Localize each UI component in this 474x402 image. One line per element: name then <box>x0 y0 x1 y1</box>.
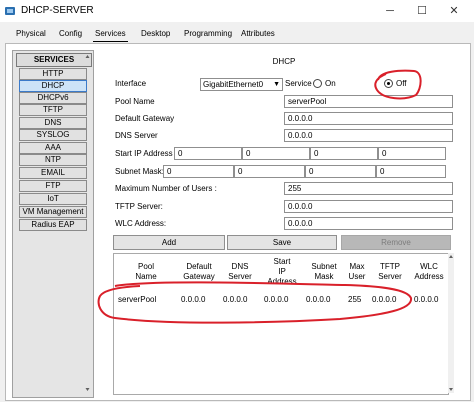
service-on-label: On <box>325 79 336 88</box>
start-ip-octet-4-input[interactable] <box>378 147 446 160</box>
subnet-mask-octet-3-input[interactable] <box>305 165 376 178</box>
service-email-button[interactable]: EMAIL <box>19 167 87 179</box>
table-scrollbar[interactable] <box>448 253 454 393</box>
tab-config[interactable]: Config <box>57 26 84 41</box>
service-aaa-button[interactable]: AAA <box>19 142 87 154</box>
service-vm-management-button[interactable]: VM Management <box>19 206 87 218</box>
wlc-address-label: WLC Address: <box>115 219 167 228</box>
column-header-tftp-server[interactable]: TFTP Server <box>374 262 406 282</box>
dns-server-input[interactable] <box>284 129 453 142</box>
column-header-default-gateway[interactable]: Default Gateway <box>180 262 218 282</box>
interface-select-value: GigabitEthernet0 <box>203 80 264 89</box>
service-dhcpv6-button[interactable]: DHCPv6 <box>19 92 87 104</box>
tab-programming[interactable]: Programming <box>182 26 234 41</box>
services-list: SERVICES HTTP DHCP DHCPv6 TFTP DNS SYSLO… <box>12 50 94 398</box>
service-http-button[interactable]: HTTP <box>19 68 87 80</box>
minimize-button[interactable]: ─ <box>374 0 406 22</box>
column-header-subnet-mask[interactable]: Subnet Mask <box>308 262 340 282</box>
subnet-mask-label: Subnet Mask: <box>115 167 164 176</box>
table-cell-start-ip: 0.0.0.0 <box>264 295 289 304</box>
services-header: SERVICES <box>16 53 92 67</box>
max-users-label: Maximum Number of Users : <box>115 184 217 193</box>
save-button[interactable]: Save <box>227 235 337 250</box>
service-syslog-button[interactable]: SYSLOG <box>19 129 87 141</box>
chevron-down-icon: ▼ <box>273 81 280 88</box>
table-cell-pool-name: serverPool <box>118 295 157 304</box>
service-tftp-button[interactable]: TFTP <box>19 104 87 116</box>
service-iot-button[interactable]: IoT <box>19 193 87 205</box>
table-cell-subnet-mask: 0.0.0.0 <box>306 295 331 304</box>
add-button[interactable]: Add <box>113 235 225 250</box>
tab-services[interactable]: Services <box>93 26 128 42</box>
start-ip-octet-2-input[interactable] <box>242 147 310 160</box>
services-scrollbar[interactable] <box>85 54 90 392</box>
tab-physical[interactable]: Physical <box>14 26 48 41</box>
subnet-mask-octet-2-input[interactable] <box>234 165 305 178</box>
service-radius-eap-button[interactable]: Radius EAP <box>19 219 87 231</box>
start-ip-octet-3-input[interactable] <box>310 147 378 160</box>
interface-select[interactable]: GigabitEthernet0 ▼ <box>200 78 283 91</box>
table-cell-max-user: 255 <box>348 295 362 304</box>
column-header-max-user[interactable]: Max User <box>345 262 369 282</box>
interface-label: Interface <box>115 79 147 88</box>
tab-desktop[interactable]: Desktop <box>139 26 172 41</box>
dhcp-title: DHCP <box>272 57 296 66</box>
column-header-start-ip-address[interactable]: Start IP Address <box>263 257 301 287</box>
pool-name-input[interactable] <box>284 95 453 108</box>
service-dhcp-button[interactable]: DHCP <box>19 80 87 92</box>
subnet-mask-octet-4-input[interactable] <box>376 165 446 178</box>
service-off-radio[interactable] <box>384 79 393 88</box>
max-users-input[interactable] <box>284 182 453 195</box>
wlc-address-input[interactable] <box>284 217 453 230</box>
service-dns-button[interactable]: DNS <box>19 117 87 129</box>
default-gateway-label: Default Gateway <box>115 114 175 123</box>
packet-tracer-device-icon <box>5 7 15 15</box>
service-off-label: Off <box>396 79 407 88</box>
window-title: DHCP-SERVER <box>21 5 94 16</box>
service-label: Service <box>285 79 312 88</box>
title-bar: DHCP-SERVER ─ ☐ ✕ <box>0 0 474 22</box>
table-cell-default-gateway: 0.0.0.0 <box>181 295 206 304</box>
dns-server-label: DNS Server <box>115 131 158 140</box>
pool-name-label: Pool Name <box>115 97 155 106</box>
close-button[interactable]: ✕ <box>438 0 470 22</box>
column-header-wlc-address[interactable]: WLC Address <box>412 262 446 282</box>
service-on-radio[interactable] <box>313 79 322 88</box>
tab-bar: Physical Config Services Desktop Program… <box>0 23 474 43</box>
subnet-mask-octet-1-input[interactable] <box>163 165 234 178</box>
start-ip-label: Start IP Address : <box>115 149 178 158</box>
start-ip-octet-1-input[interactable] <box>174 147 242 160</box>
column-header-pool-name[interactable]: Pool Name <box>131 262 161 282</box>
column-header-dns-server[interactable]: DNS Server <box>224 262 256 282</box>
tftp-server-label: TFTP Server: <box>115 202 163 211</box>
dhcp-pool-table: Pool Name Default Gateway DNS Server Start I… <box>113 253 449 395</box>
maximize-button[interactable]: ☐ <box>406 0 438 22</box>
tab-attributes[interactable]: Attributes <box>239 26 277 41</box>
remove-button[interactable]: Remove <box>341 235 451 250</box>
service-ntp-button[interactable]: NTP <box>19 154 87 166</box>
table-cell-dns-server: 0.0.0.0 <box>223 295 248 304</box>
table-cell-wlc-address: 0.0.0.0 <box>414 295 439 304</box>
table-cell-tftp-server: 0.0.0.0 <box>372 295 397 304</box>
default-gateway-input[interactable] <box>284 112 453 125</box>
tftp-server-input[interactable] <box>284 200 453 213</box>
service-ftp-button[interactable]: FTP <box>19 180 87 192</box>
